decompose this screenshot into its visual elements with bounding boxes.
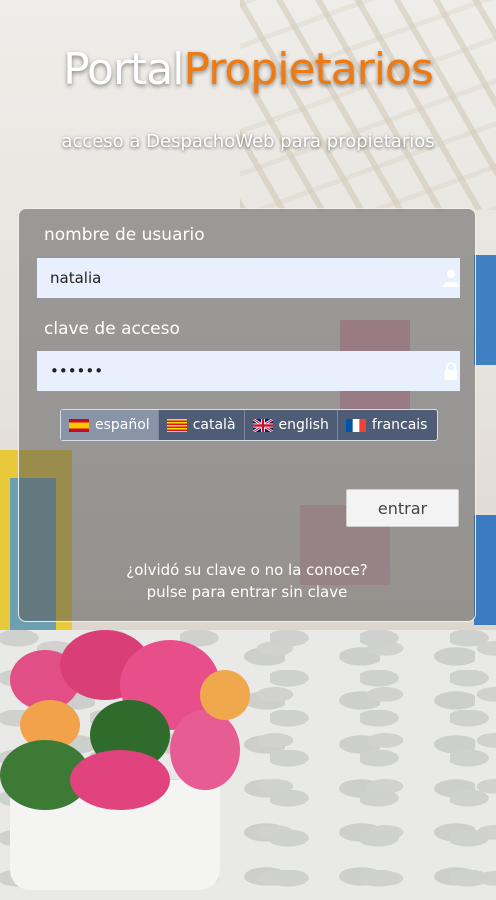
lock-icon — [444, 362, 458, 380]
password-input[interactable] — [37, 351, 460, 391]
lang-option-fr[interactable]: francais — [338, 410, 436, 440]
uk-flag-icon — [252, 418, 273, 432]
es-flag-icon — [69, 418, 89, 432]
lang-option-es[interactable]: español — [61, 410, 159, 440]
forgot-password-link[interactable]: ¿olvidó su clave o no la conoce? pulse p… — [19, 559, 475, 603]
username-input[interactable] — [37, 258, 460, 298]
password-label: clave de acceso — [44, 319, 180, 339]
user-icon — [443, 269, 459, 287]
lang-option-en[interactable]: english — [245, 410, 338, 440]
lang-label: english — [278, 417, 329, 433]
lang-label: francais — [371, 417, 428, 433]
logo-propietarios: Propietarios — [183, 44, 434, 95]
lang-option-ca[interactable]: català — [159, 410, 245, 440]
username-label: nombre de usuario — [44, 225, 205, 245]
login-button[interactable]: entrar — [346, 489, 459, 527]
login-panel: nombre de usuario clave de acceso españo… — [18, 208, 476, 622]
app-logo: PortalPropietarios — [0, 44, 496, 95]
logo-portal: Portal — [63, 44, 184, 95]
language-selector: español català english francais — [60, 409, 438, 441]
lang-label: español — [95, 417, 150, 433]
fr-flag-icon — [345, 418, 366, 432]
lang-label: català — [192, 417, 236, 433]
forgot-line-2: pulse para entrar sin clave — [146, 583, 348, 601]
page-subtitle: acceso a DespachoWeb para propietarios — [61, 131, 435, 152]
ca-flag-icon — [166, 418, 187, 432]
forgot-line-1: ¿olvidó su clave o no la conoce? — [126, 561, 368, 579]
